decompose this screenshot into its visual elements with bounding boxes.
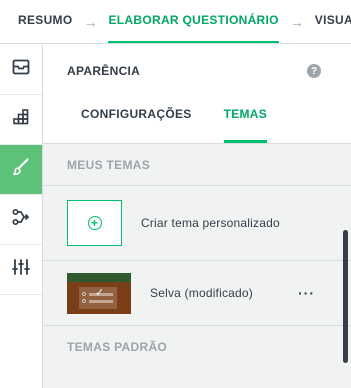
step-elaborar-questionario[interactable]: ELABORAR QUESTIONÁRIO <box>108 0 280 43</box>
theme-row-selva[interactable]: ✓ Selva (modificado) ··· <box>43 261 351 326</box>
rail-item-logic-flow[interactable] <box>0 195 42 245</box>
panel-tabs: CONFIGURAÇÕES TEMAS <box>43 97 351 144</box>
panel-title: APARÊNCIA <box>67 64 141 78</box>
tab-configuracoes[interactable]: CONFIGURAÇÕES <box>81 96 192 143</box>
tab-temas[interactable]: TEMAS <box>223 96 268 143</box>
theme-name: Selva (modificado) <box>150 286 253 300</box>
rail-item-logic[interactable] <box>0 95 42 145</box>
rail-item-options[interactable] <box>0 245 42 295</box>
sliders-icon <box>11 257 31 282</box>
inbox-icon <box>11 57 31 82</box>
section-my-themes: MEUS TEMAS <box>43 144 351 186</box>
logic-grid-icon <box>11 107 31 132</box>
create-theme-button[interactable]: + <box>67 200 122 246</box>
more-options-icon[interactable]: ··· <box>298 285 315 301</box>
arrow-right-icon: → <box>289 13 304 30</box>
step-resumo[interactable]: RESUMO <box>18 0 72 43</box>
section-default-themes: TEMAS PADRÃO <box>67 340 168 354</box>
plus-circle-icon: + <box>87 216 102 230</box>
rail-item-appearance[interactable] <box>0 145 42 195</box>
left-tool-rail <box>0 45 43 388</box>
paintbrush-icon <box>11 157 31 182</box>
create-theme-row[interactable]: + Criar tema personalizado <box>43 186 351 261</box>
create-theme-label: Criar tema personalizado <box>141 216 280 230</box>
branch-icon <box>11 207 31 232</box>
top-navigation: RESUMO → ELABORAR QUESTIONÁRIO → VISUAL <box>0 0 351 44</box>
checkmark-icon: ✓ <box>95 286 105 299</box>
panel-scrollbar[interactable] <box>343 230 348 363</box>
appearance-panel: APARÊNCIA ? CONFIGURAÇÕES TEMAS MEUS TEM… <box>43 45 351 388</box>
step-visualizar[interactable]: VISUAL <box>315 0 351 43</box>
rail-item-builder[interactable] <box>0 45 42 95</box>
panel-header: APARÊNCIA ? <box>43 45 351 97</box>
help-icon[interactable]: ? <box>307 64 321 78</box>
theme-thumbnail: ✓ <box>67 272 131 314</box>
arrow-right-icon: → <box>83 13 98 30</box>
